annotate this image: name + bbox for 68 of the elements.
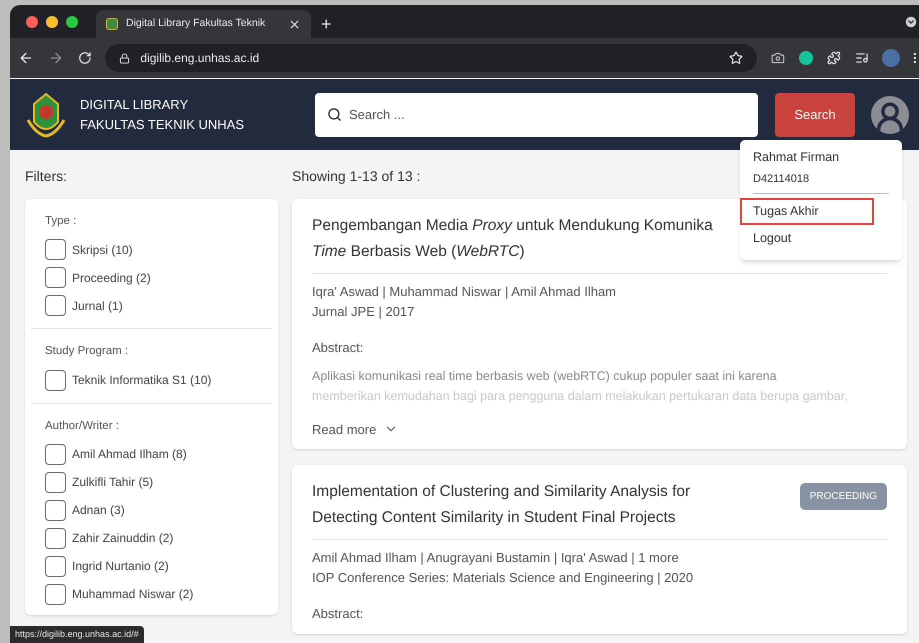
extension-icon[interactable] [798, 51, 813, 65]
address-bar[interactable]: digilib.eng.unhas.ac.id [105, 44, 758, 72]
filter-option-label: Zahir Zainuddin (2) [72, 530, 174, 548]
filter-group-label: Author/Writer : [45, 418, 120, 434]
close-window-icon[interactable] [26, 16, 38, 28]
chevron-down-icon[interactable] [904, 15, 918, 29]
checkbox[interactable] [45, 295, 66, 316]
user-name: Rahmat Firman [753, 149, 840, 166]
checkbox[interactable] [45, 584, 66, 605]
menu-item[interactable]: Logout [740, 225, 902, 252]
checkbox[interactable] [45, 556, 66, 577]
publication-source: IOP Conference Series: Materials Science and Engineering | 2020 [312, 569, 694, 587]
user-id: D42114018 [753, 172, 810, 187]
status-url-tooltip: https://digilib.eng.unhas.ac.id/# [10, 626, 144, 643]
camera-icon[interactable] [771, 51, 785, 65]
read-more-link[interactable]: Read more [312, 420, 398, 439]
result-title[interactable]: Pengembangan Media Proxy untuk Mendukung Komunika [312, 213, 713, 239]
filters-heading: Filters: [25, 167, 68, 185]
back-icon[interactable] [18, 50, 34, 66]
filter-option-label: Teknik Informatika S1 (10) [72, 372, 212, 389]
puzzle-icon[interactable] [826, 51, 841, 65]
filter-option-label: Muhammad Niswar (2) [72, 586, 194, 604]
search-button[interactable]: Search [775, 92, 855, 136]
user-avatar[interactable] [871, 96, 909, 134]
checkbox[interactable] [45, 370, 66, 390]
checkbox[interactable] [45, 500, 66, 521]
abstract-text: Aplikasi komunikasi real time berbasis web (webRTC) cukup populer saat ini karena [312, 368, 778, 385]
tab-title: Digital Library Fakultas Teknik [126, 16, 266, 32]
brand-title: DIGITAL LIBRARY [80, 96, 190, 114]
filter-option-label: Zulkifli Tahir (5) [72, 474, 154, 492]
search-icon [327, 106, 342, 122]
close-icon[interactable] [288, 18, 301, 30]
type-badge: PROCEEDING [800, 483, 887, 510]
playlist-icon[interactable] [854, 51, 868, 65]
abstract-label: Abstract: [312, 339, 364, 357]
browser-tab[interactable]: Digital Library Fakultas Teknik [96, 10, 311, 38]
forward-icon[interactable] [48, 50, 64, 66]
result-title[interactable]: Detecting Content Similarity in Student Final Projects [312, 505, 690, 531]
checkbox[interactable] [45, 267, 66, 288]
result-title[interactable]: Implementation of Clustering and Similarity Analysis for [312, 479, 690, 505]
search-field[interactable]: Search ... [315, 92, 758, 136]
filter-option-label: Proceeding (2) [72, 270, 151, 287]
author-list: Amil Ahmad Ilham | Anugrayani Bustamin | Iqra' Aswad | 1 more [312, 548, 887, 568]
result-title[interactable]: Time Berbasis Web (WebRTC) [312, 239, 713, 265]
checkbox[interactable] [45, 444, 66, 465]
filter-group-label: Study Program : [45, 344, 130, 360]
new-tab-button[interactable]: + [321, 10, 332, 38]
minimize-window-icon[interactable] [46, 16, 58, 28]
filter-option-label: Amil Ahmad Ilham (8) [72, 446, 187, 464]
filter-option-label: Ingrid Nurtanio (2) [72, 558, 169, 576]
publication-source: Jurnal JPE | 2017 [312, 303, 416, 321]
filter-option-label: Skripsi (10) [72, 242, 133, 259]
bookmark-star-icon[interactable] [729, 51, 744, 65]
brand-title: FAKULTAS TEKNIK UNHAS [80, 116, 245, 134]
filter-option-label: Adnan (3) [72, 502, 125, 520]
filter-group-label: Type : [45, 214, 78, 229]
checkbox[interactable] [45, 472, 66, 493]
maximize-window-icon[interactable] [66, 16, 78, 28]
filter-option-label: Jurnal (1) [72, 298, 123, 315]
checkbox[interactable] [45, 239, 66, 260]
reload-icon[interactable] [78, 51, 92, 65]
author-list: Iqra' Aswad | Muhammad Niswar | Amil Ahmad Ilham [312, 282, 887, 302]
abstract-label: Abstract: [312, 605, 364, 623]
results-summary: Showing 1-13 of 13 : [292, 167, 420, 185]
lock-icon [119, 52, 130, 64]
url-text: digilib.eng.unhas.ac.id [140, 50, 260, 67]
menu-item[interactable]: Tugas Akhir [740, 198, 874, 225]
checkbox[interactable] [45, 528, 66, 549]
